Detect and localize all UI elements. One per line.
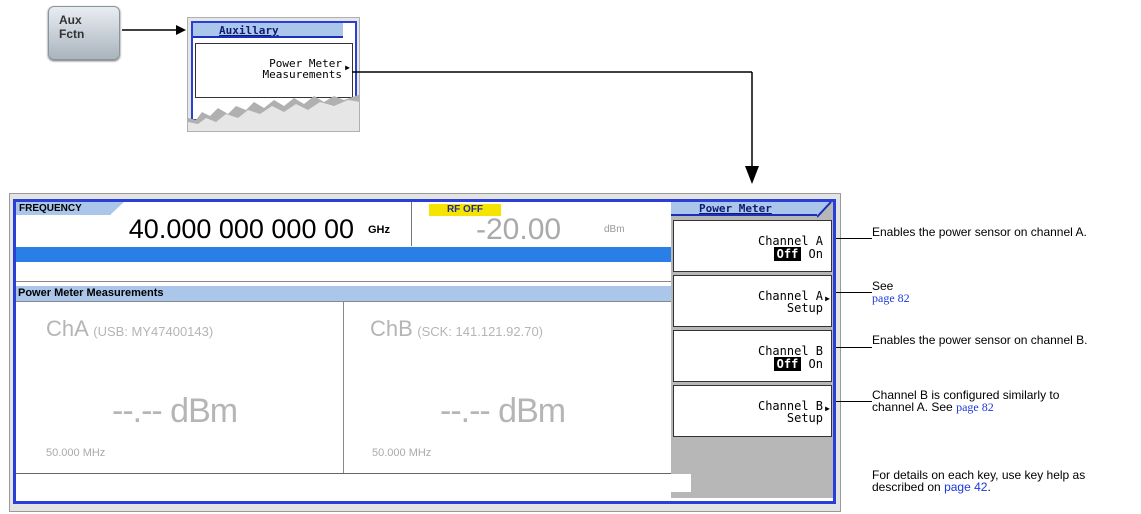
frequency-label: FREQUENCY bbox=[16, 202, 111, 215]
arrow-connector-1 bbox=[122, 25, 186, 35]
channel-b-sensor: (SCK: 141.121.92.70) bbox=[417, 324, 543, 339]
leader-line bbox=[836, 347, 872, 348]
annotation-end: . bbox=[987, 480, 991, 494]
panel-title: Power Meter Measurements bbox=[16, 286, 671, 301]
channel-b-toggle-softkey[interactable]: Channel B Off On bbox=[673, 330, 832, 382]
submenu-arrow-icon: ▶ bbox=[825, 404, 830, 413]
channel-b-reading: --.-- dBm bbox=[440, 392, 566, 430]
channel-a-toggle-softkey[interactable]: Channel A Off On bbox=[673, 220, 832, 272]
status-bar bbox=[16, 247, 671, 262]
page-link[interactable]: page 42 bbox=[944, 480, 987, 494]
channel-b-panel: ChB (SCK: 141.121.92.70) --.-- dBm 50.00… bbox=[344, 301, 671, 473]
channel-b-setup-softkey[interactable]: Channel B Setup ▶ bbox=[673, 385, 832, 437]
on-state: On bbox=[808, 247, 823, 261]
divider bbox=[411, 202, 412, 246]
frequency-number: 40.000 000 000 00 bbox=[128, 214, 354, 244]
channel-b-frequency: 50.000 MHz bbox=[372, 447, 432, 459]
tab-corner-decoration bbox=[110, 202, 124, 215]
page-link[interactable]: page 82 bbox=[872, 292, 1092, 304]
annotation-channel-a-setup: See page 82 bbox=[872, 280, 1092, 304]
channel-a-name: ChA bbox=[46, 316, 89, 341]
on-state: On bbox=[808, 357, 823, 371]
softkey-menu-title: Power Meter bbox=[671, 202, 819, 216]
auxiliary-menu-title: Auxillary bbox=[193, 23, 343, 38]
leader-line bbox=[836, 401, 872, 402]
channel-a-sensor: (USB: MY47400143) bbox=[93, 324, 214, 339]
instrument-screen: FREQUENCY 40.000 000 000 00 GHz RF OFF -… bbox=[9, 193, 841, 512]
off-state: Off bbox=[773, 247, 802, 261]
tab-corner-decoration bbox=[817, 202, 832, 218]
arrow-connector-2 bbox=[352, 71, 759, 184]
annotation-key-help: For details on each key, use key help as… bbox=[872, 469, 1134, 493]
frequency-unit: GHz bbox=[368, 224, 390, 236]
channel-a-setup-softkey[interactable]: Channel A Setup ▶ bbox=[673, 275, 832, 327]
amplitude-unit: dBm bbox=[604, 224, 625, 235]
softkey-line2: Measurements bbox=[262, 68, 342, 81]
channel-a-panel: ChA (USB: MY47400143) --.-- dBm 50.000 M… bbox=[16, 301, 344, 473]
annotation-channel-b-setup: Channel B is configured similarly to cha… bbox=[872, 389, 1102, 413]
annotation-channel-b: Enables the power sensor on channel B. bbox=[872, 333, 1088, 347]
leader-line bbox=[836, 292, 872, 293]
softkey-panel: Power Meter Channel A Off On Channel A S… bbox=[671, 202, 833, 498]
submenu-arrow-icon: ▶ bbox=[825, 294, 830, 303]
softkey-line1: Channel A bbox=[757, 234, 823, 248]
display-area: FREQUENCY 40.000 000 000 00 GHz RF OFF -… bbox=[13, 199, 836, 504]
softkey-line1: Channel B bbox=[757, 344, 823, 358]
channel-a-reading: --.-- dBm bbox=[112, 392, 238, 430]
leader-line bbox=[836, 238, 872, 239]
page-link[interactable]: page 82 bbox=[956, 400, 994, 414]
bottom-bar-gap bbox=[516, 474, 691, 492]
amplitude-value[interactable]: -20.00 bbox=[476, 215, 561, 245]
annotation-channel-a: Enables the power sensor on channel A. bbox=[872, 225, 1087, 239]
channel-b-name: ChB bbox=[370, 316, 413, 341]
frequency-value[interactable]: 40.000 000 000 00 bbox=[16, 214, 406, 244]
aux-key-line2: Fctn bbox=[59, 27, 85, 41]
auxiliary-menu-popup: Auxillary Power Meter Measurements ▶ bbox=[187, 17, 360, 132]
aux-fctn-hardkey[interactable]: Aux Fctn bbox=[48, 6, 120, 60]
aux-key-line1: Aux bbox=[59, 13, 82, 27]
softkey-line2: Setup bbox=[786, 301, 823, 315]
softkey-line2: Setup bbox=[786, 411, 823, 425]
torn-edge-decoration bbox=[188, 94, 359, 131]
channel-a-frequency: 50.000 MHz bbox=[46, 447, 106, 459]
off-state: Off bbox=[773, 357, 802, 371]
divider bbox=[16, 281, 671, 282]
